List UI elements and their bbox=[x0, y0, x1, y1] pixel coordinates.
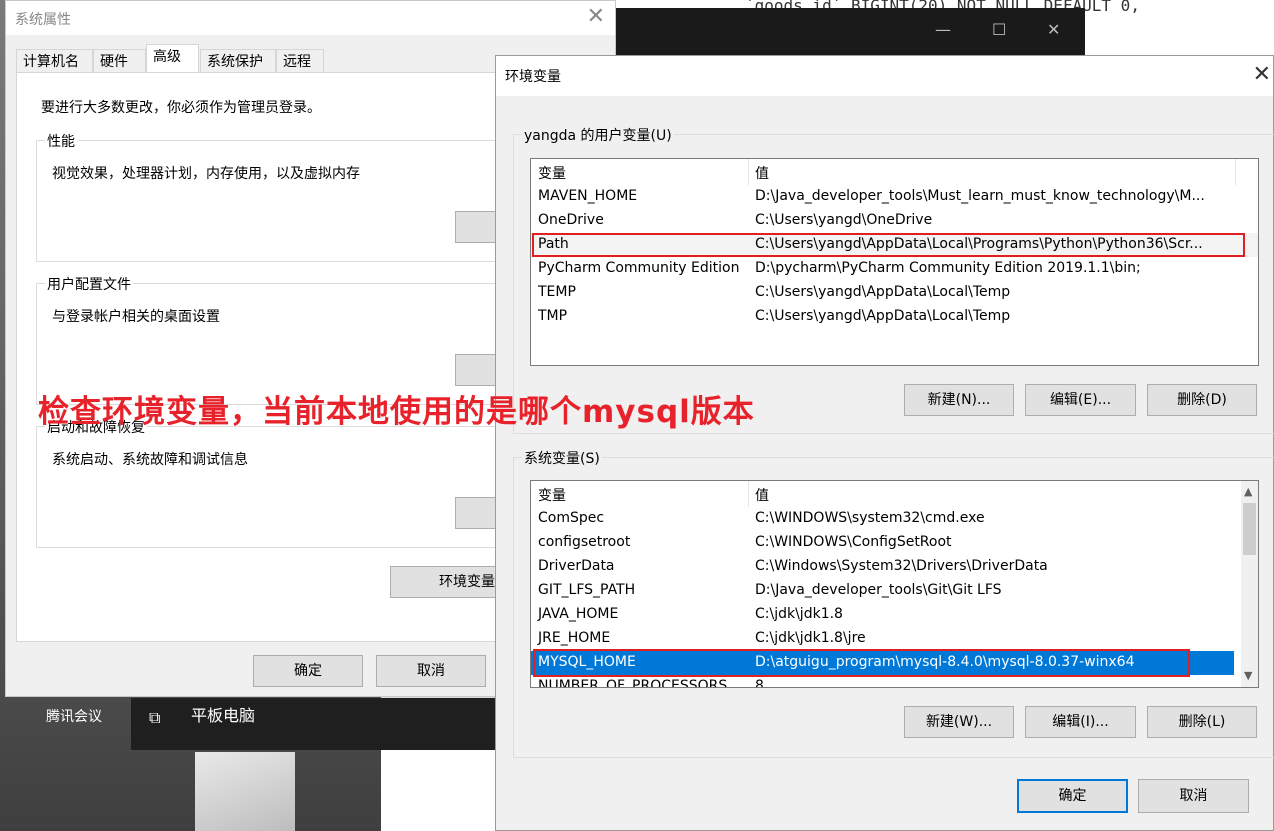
sysprops-titlebar[interactable]: 系统属性 ✕ bbox=[6, 1, 615, 35]
environment-variables-dialog: 环境变量 ✕ yangda 的用户变量(U) 变量 值 MAVEN_HOME D:… bbox=[495, 55, 1274, 831]
system-edit-button[interactable]: 编辑(I)... bbox=[1025, 706, 1136, 738]
table-row[interactable]: Path C:\Users\yangd\AppData\Local\Program… bbox=[531, 233, 1258, 257]
wallpaper-figure bbox=[195, 752, 295, 831]
background-panel bbox=[381, 750, 495, 831]
tablet-icon: ⧉ bbox=[149, 708, 161, 727]
cancel-button[interactable]: 取消 bbox=[1138, 779, 1249, 813]
system-variables-scrollbar[interactable]: ▲ ▼ bbox=[1241, 481, 1258, 687]
close-icon[interactable]: ✕ bbox=[1047, 20, 1060, 39]
var-value: D:\Java_developer_tools\Must_learn_must_… bbox=[755, 188, 1205, 204]
performance-title: 性能 bbox=[45, 131, 77, 151]
tablet-mode-label: 平板电脑 bbox=[191, 706, 256, 725]
column-divider[interactable] bbox=[1235, 159, 1236, 185]
cancel-button[interactable]: 取消 bbox=[376, 655, 486, 687]
table-row-selected[interactable]: MYSQL_HOME D:\atguigu_program\mysql-8.4.0… bbox=[531, 651, 1234, 675]
tab-advanced[interactable]: 高级 bbox=[146, 44, 199, 73]
background-window-titlebar: — ☐ ✕ bbox=[615, 8, 1085, 56]
column-divider[interactable] bbox=[748, 159, 749, 185]
var-value: C:\Users\yangd\AppData\Local\Temp bbox=[755, 308, 1011, 324]
var-name: PyCharm Community Edition bbox=[538, 260, 740, 276]
system-new-button[interactable]: 新建(W)... bbox=[904, 706, 1014, 738]
table-row[interactable]: MAVEN_HOME D:\Java_developer_tools\Must_l… bbox=[531, 185, 1258, 209]
ok-button[interactable]: 确定 bbox=[1017, 779, 1128, 813]
var-name: MYSQL_HOME bbox=[538, 654, 636, 670]
list-header: 变量 值 bbox=[531, 159, 1258, 185]
envvars-titlebar[interactable]: 环境变量 ✕ bbox=[496, 56, 1273, 96]
var-name: JAVA_HOME bbox=[538, 606, 619, 622]
table-row[interactable]: OneDrive C:\Users\yangd\OneDrive bbox=[531, 209, 1258, 233]
var-name: OneDrive bbox=[538, 212, 604, 228]
var-value: C:\jdk\jdk1.8\jre bbox=[755, 630, 866, 646]
startup-recovery-desc: 系统启动、系统故障和调试信息 bbox=[52, 452, 248, 468]
table-row[interactable]: DriverData C:\Windows\System32\Drivers\Dr… bbox=[531, 555, 1258, 579]
system-variables-list[interactable]: 变量 值 ComSpec C:\WINDOWS\system32\cmd.exe … bbox=[530, 480, 1259, 688]
user-variables-title: yangda 的用户变量(U) bbox=[522, 125, 674, 145]
var-value: D:\Java_developer_tools\Git\Git LFS bbox=[755, 582, 1002, 598]
user-new-button[interactable]: 新建(N)... bbox=[904, 384, 1014, 416]
var-name: configsetroot bbox=[538, 534, 631, 550]
scroll-down-icon[interactable]: ▼ bbox=[1244, 669, 1252, 682]
var-value: C:\WINDOWS\ConfigSetRoot bbox=[755, 534, 952, 550]
column-header-variable[interactable]: 变量 bbox=[538, 485, 566, 505]
var-name: MAVEN_HOME bbox=[538, 188, 638, 204]
user-edit-button[interactable]: 编辑(E)... bbox=[1025, 384, 1136, 416]
var-value: C:\WINDOWS\system32\cmd.exe bbox=[755, 510, 985, 526]
var-value: 8 bbox=[755, 678, 764, 688]
table-row[interactable]: configsetroot C:\WINDOWS\ConfigSetRoot bbox=[531, 531, 1258, 555]
admin-note: 要进行大多数更改，你必须作为管理员登录。 bbox=[41, 100, 321, 116]
tab-remote[interactable]: 远程 bbox=[276, 49, 324, 73]
table-row[interactable]: ComSpec C:\WINDOWS\system32\cmd.exe bbox=[531, 507, 1258, 531]
tab-hardware[interactable]: 硬件 bbox=[93, 49, 146, 73]
column-header-value[interactable]: 值 bbox=[755, 485, 769, 505]
annotation-text: 检查环境变量，当前本地使用的是哪个mysql版本 bbox=[38, 394, 755, 430]
tab-computer-name[interactable]: 计算机名 bbox=[16, 49, 93, 73]
user-profiles-title: 用户配置文件 bbox=[45, 274, 133, 294]
table-row[interactable]: TMP C:\Users\yangd\AppData\Local\Temp bbox=[531, 305, 1258, 329]
user-profiles-desc: 与登录帐户相关的桌面设置 bbox=[52, 309, 220, 325]
var-value: D:\pycharm\PyCharm Community Edition 201… bbox=[755, 260, 1141, 276]
sysprops-title: 系统属性 bbox=[15, 12, 71, 28]
var-name: GIT_LFS_PATH bbox=[538, 582, 636, 598]
scrollbar-thumb[interactable] bbox=[1243, 503, 1256, 555]
column-header-variable[interactable]: 变量 bbox=[538, 163, 566, 183]
var-name: NUMBER_OF_PROCESSORS bbox=[538, 678, 728, 688]
var-value: C:\Windows\System32\Drivers\DriverData bbox=[755, 558, 1048, 574]
system-delete-button[interactable]: 删除(L) bbox=[1147, 706, 1257, 738]
maximize-icon[interactable]: ☐ bbox=[992, 20, 1006, 39]
table-row[interactable]: NUMBER_OF_PROCESSORS 8 bbox=[531, 675, 1258, 688]
envvars-title: 环境变量 bbox=[505, 69, 561, 85]
system-variables-group: 系统变量(S) 变量 值 ComSpec C:\WINDOWS\system32\… bbox=[513, 448, 1274, 758]
tablet-mode-tile[interactable]: ⧉ 平板电脑 bbox=[131, 698, 496, 750]
table-row[interactable]: GIT_LFS_PATH D:\Java_developer_tools\Git\… bbox=[531, 579, 1258, 603]
performance-desc: 视觉效果，处理器计划，内存使用，以及虚拟内存 bbox=[52, 166, 360, 182]
var-name: JRE_HOME bbox=[538, 630, 611, 646]
close-icon[interactable]: ✕ bbox=[587, 4, 605, 29]
var-name: DriverData bbox=[538, 558, 615, 574]
table-row[interactable]: JRE_HOME C:\jdk\jdk1.8\jre bbox=[531, 627, 1258, 651]
column-header-value[interactable]: 值 bbox=[755, 163, 769, 183]
ok-button[interactable]: 确定 bbox=[253, 655, 363, 687]
var-value: C:\Users\yangd\OneDrive bbox=[755, 212, 933, 228]
var-value: C:\Users\yangd\AppData\Local\Temp bbox=[755, 284, 1011, 300]
user-variables-list[interactable]: 变量 值 MAVEN_HOME D:\Java_developer_tools\M… bbox=[530, 158, 1259, 366]
var-name: Path bbox=[538, 236, 569, 252]
meeting-app-label[interactable]: 腾讯会议 bbox=[46, 706, 102, 726]
var-value: C:\Users\yangd\AppData\Local\Programs\Py… bbox=[755, 236, 1203, 252]
column-divider[interactable] bbox=[748, 481, 749, 507]
system-variables-title: 系统变量(S) bbox=[522, 448, 602, 468]
var-value: C:\jdk\jdk1.8 bbox=[755, 606, 843, 622]
user-delete-button[interactable]: 删除(D) bbox=[1147, 384, 1257, 416]
var-value: D:\atguigu_program\mysql-8.4.0\mysql-8.0… bbox=[755, 654, 1135, 670]
scroll-up-icon[interactable]: ▲ bbox=[1244, 485, 1252, 498]
minimize-icon[interactable]: — bbox=[935, 20, 951, 39]
close-icon[interactable]: ✕ bbox=[1253, 62, 1271, 87]
list-header: 变量 值 bbox=[531, 481, 1258, 507]
table-row[interactable]: TEMP C:\Users\yangd\AppData\Local\Temp bbox=[531, 281, 1258, 305]
table-row[interactable]: PyCharm Community Edition D:\pycharm\PyCh… bbox=[531, 257, 1258, 281]
var-name: TEMP bbox=[538, 284, 576, 300]
var-name: TMP bbox=[538, 308, 568, 324]
var-name: ComSpec bbox=[538, 510, 605, 526]
tab-system-protection[interactable]: 系统保护 bbox=[200, 49, 276, 73]
table-row[interactable]: JAVA_HOME C:\jdk\jdk1.8 bbox=[531, 603, 1258, 627]
